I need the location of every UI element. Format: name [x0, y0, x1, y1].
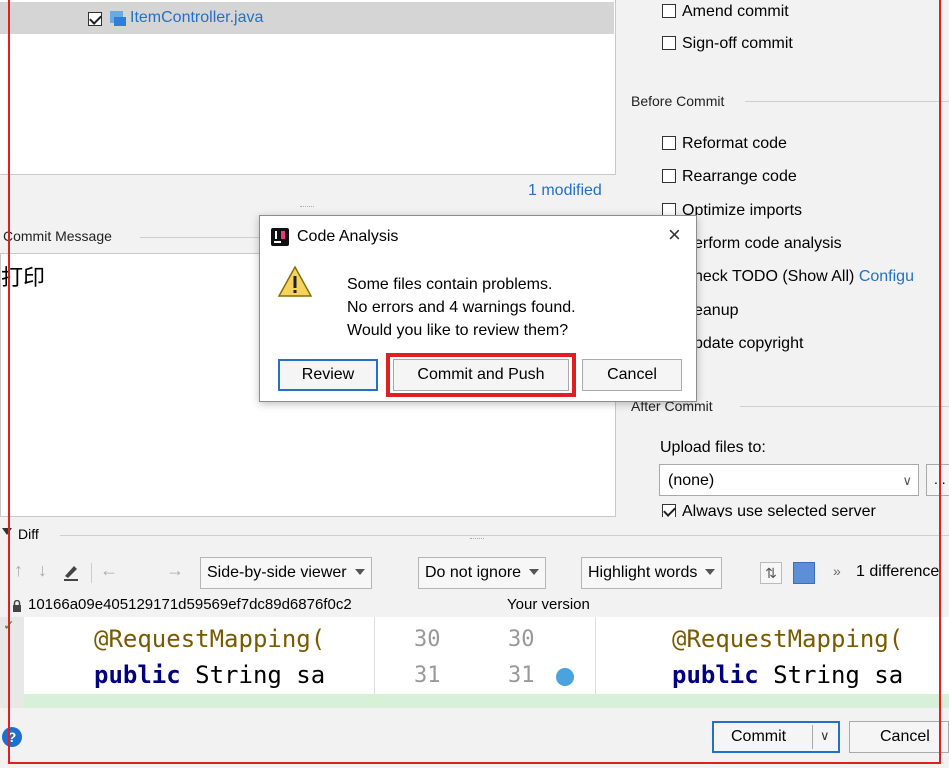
highlight-border-frame	[8, 0, 941, 764]
